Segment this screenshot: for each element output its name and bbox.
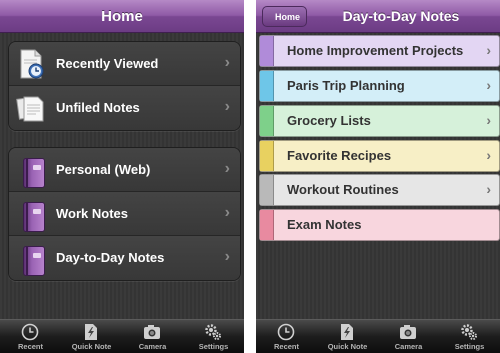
recent-document-icon <box>15 48 47 80</box>
list-item-label: Unfiled Notes <box>56 100 140 115</box>
tab-quick-note[interactable]: Quick Note <box>317 320 378 353</box>
tab-settings[interactable]: Settings <box>439 320 500 353</box>
section-color-tab <box>260 175 274 205</box>
section-item[interactable]: Paris Trip Planning › <box>259 70 500 102</box>
tab-settings[interactable]: Settings <box>183 320 244 353</box>
quick-note-icon <box>85 324 97 340</box>
chevron-right-icon: › <box>486 147 491 163</box>
section-label: Workout Routines <box>287 182 399 197</box>
list-item-label: Day-to-Day Notes <box>56 250 165 265</box>
tab-recent[interactable]: Recent <box>0 320 61 353</box>
section-color-tab <box>260 141 274 171</box>
chevron-right-icon: › <box>224 54 230 71</box>
section-label: Paris Trip Planning <box>287 78 405 93</box>
section-item[interactable]: Workout Routines › <box>259 174 500 206</box>
list-item-label: Personal (Web) <box>56 162 151 177</box>
list-item-day-to-day-notes[interactable]: Day-to-Day Notes › <box>9 236 240 280</box>
navigation-bar: Home <box>0 0 244 33</box>
back-button[interactable]: Home <box>262 6 308 27</box>
navigation-bar: Home Day-to-Day Notes <box>256 0 500 33</box>
tab-label: Camera <box>138 342 167 351</box>
tab-bar: Recent Quick Note Camera Settings <box>256 319 500 353</box>
chevron-right-icon: › <box>486 42 491 58</box>
section-item[interactable]: Exam Notes <box>259 209 500 241</box>
tab-label: Settings <box>454 342 485 351</box>
unfiled-notes-icon <box>15 92 47 124</box>
notebooks-group: Personal (Web) › Work Notes › Day-to-Day… <box>8 147 241 281</box>
list-item-label: Work Notes <box>56 206 128 221</box>
settings-gears-icon <box>205 324 221 340</box>
section-item[interactable]: Grocery Lists › <box>259 105 500 137</box>
notebook-icon <box>15 154 47 188</box>
settings-gears-icon <box>461 324 477 340</box>
section-item[interactable]: Favorite Recipes › <box>259 140 500 172</box>
clock-icon <box>277 323 295 341</box>
chevron-right-icon: › <box>486 181 491 197</box>
clock-icon <box>21 323 39 341</box>
quick-note-icon <box>341 324 353 340</box>
section-label: Grocery Lists <box>287 113 371 128</box>
camera-icon <box>400 325 416 339</box>
tab-bar: Recent Quick Note Camera Settings <box>0 319 244 353</box>
tab-camera[interactable]: Camera <box>378 320 439 353</box>
chevron-right-icon: › <box>486 112 491 128</box>
section-color-tab <box>260 210 274 240</box>
chevron-right-icon: › <box>224 248 230 265</box>
tab-recent[interactable]: Recent <box>256 320 317 353</box>
section-color-tab <box>260 36 274 66</box>
section-label: Home Improvement Projects <box>287 43 464 58</box>
list-item-label: Recently Viewed <box>56 56 159 71</box>
section-item[interactable]: Home Improvement Projects › <box>259 35 500 67</box>
page-title: Home <box>101 8 143 25</box>
chevron-right-icon: › <box>224 98 230 115</box>
list-item-unfiled-notes[interactable]: Unfiled Notes › <box>9 86 240 130</box>
tab-label: Quick Note <box>71 342 112 351</box>
tab-label: Quick Note <box>327 342 368 351</box>
tab-label: Camera <box>394 342 423 351</box>
chevron-right-icon: › <box>486 77 491 93</box>
chevron-right-icon: › <box>224 204 230 221</box>
camera-icon <box>144 325 160 339</box>
section-color-tab <box>260 106 274 136</box>
page-title: Day-to-Day Notes <box>342 8 460 24</box>
top-group: Recently Viewed › Unfiled Notes › <box>8 41 241 131</box>
tab-quick-note[interactable]: Quick Note <box>61 320 122 353</box>
notebook-icon <box>15 242 47 276</box>
notebook-screen: Home Day-to-Day Notes Home Improvement P… <box>256 0 500 353</box>
section-label: Exam Notes <box>287 217 362 232</box>
list-item-personal-web[interactable]: Personal (Web) › <box>9 148 240 192</box>
tab-label: Settings <box>198 342 229 351</box>
notebook-icon <box>15 198 47 232</box>
tab-camera[interactable]: Camera <box>122 320 183 353</box>
section-color-tab <box>260 71 274 101</box>
chevron-right-icon: › <box>224 160 230 177</box>
section-label: Favorite Recipes <box>287 148 392 163</box>
home-screen: Home Recently Viewed › Unfiled Notes › P… <box>0 0 244 353</box>
tab-label: Recent <box>273 342 299 351</box>
list-item-recently-viewed[interactable]: Recently Viewed › <box>9 42 240 86</box>
tab-label: Recent <box>17 342 43 351</box>
list-item-work-notes[interactable]: Work Notes › <box>9 192 240 236</box>
